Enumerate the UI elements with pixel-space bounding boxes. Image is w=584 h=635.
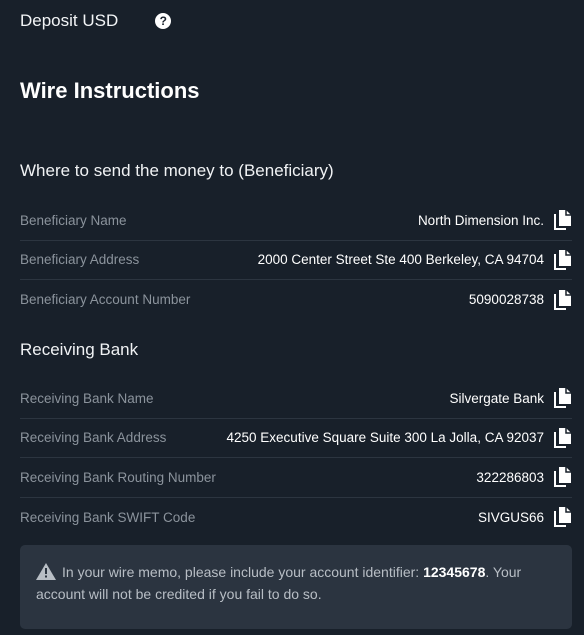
account-identifier: 12345678 bbox=[423, 564, 486, 580]
row-beneficiary-account-number: Beneficiary Account Number 5090028738 bbox=[20, 280, 572, 320]
row-label: Receiving Bank Name bbox=[20, 390, 154, 406]
row-value: North Dimension Inc. bbox=[417, 212, 544, 228]
row-bank-routing-number: Receiving Bank Routing Number 322286803 bbox=[20, 458, 572, 498]
row-value: SIVGUS66 bbox=[477, 509, 544, 525]
page-title: Wire Instructions bbox=[20, 78, 200, 103]
receiving-bank-rows: Receiving Bank Name Silvergate Bank Rece… bbox=[20, 379, 572, 537]
row-label: Receiving Bank Address bbox=[20, 430, 167, 446]
notice-text-before: In your wire memo, please include your a… bbox=[62, 564, 424, 580]
copy-icon[interactable] bbox=[554, 388, 572, 409]
row-value: 322286803 bbox=[476, 469, 544, 485]
row-value: 4250 Executive Square Suite 300 La Jolla… bbox=[226, 430, 544, 446]
question-circle-icon[interactable]: ? bbox=[155, 13, 172, 29]
page-header: Deposit USD ? bbox=[20, 11, 172, 31]
row-beneficiary-name: Beneficiary Name North Dimension Inc. bbox=[20, 201, 572, 241]
copy-icon[interactable] bbox=[554, 467, 572, 488]
header-title: Deposit USD bbox=[20, 11, 119, 30]
copy-icon[interactable] bbox=[554, 210, 572, 231]
copy-icon[interactable] bbox=[554, 427, 572, 448]
row-label: Beneficiary Name bbox=[20, 212, 127, 228]
copy-icon[interactable] bbox=[554, 507, 572, 528]
warning-triangle-icon bbox=[36, 563, 56, 580]
receiving-bank-section-title: Receiving Bank bbox=[20, 340, 139, 359]
beneficiary-rows: Beneficiary Name North Dimension Inc. Be… bbox=[20, 201, 572, 320]
row-bank-swift-code: Receiving Bank SWIFT Code SIVGUS66 bbox=[20, 498, 572, 538]
copy-icon[interactable] bbox=[554, 289, 572, 310]
row-label: Beneficiary Account Number bbox=[20, 292, 191, 308]
beneficiary-section-title: Where to send the money to (Beneficiary) bbox=[20, 161, 334, 180]
row-bank-address: Receiving Bank Address 4250 Executive Sq… bbox=[20, 419, 572, 458]
row-label: Beneficiary Address bbox=[20, 252, 140, 268]
row-value: Silvergate Bank bbox=[449, 390, 544, 406]
row-label: Receiving Bank SWIFT Code bbox=[20, 509, 196, 525]
copy-icon[interactable] bbox=[554, 249, 572, 270]
wire-memo-notice: In your wire memo, please include your a… bbox=[20, 545, 572, 629]
row-beneficiary-address: Beneficiary Address 2000 Center Street S… bbox=[20, 241, 572, 280]
row-value: 2000 Center Street Ste 400 Berkeley, CA … bbox=[257, 252, 544, 268]
row-bank-name: Receiving Bank Name Silvergate Bank bbox=[20, 379, 572, 419]
row-label: Receiving Bank Routing Number bbox=[20, 469, 216, 485]
row-value: 5090028738 bbox=[468, 292, 544, 308]
